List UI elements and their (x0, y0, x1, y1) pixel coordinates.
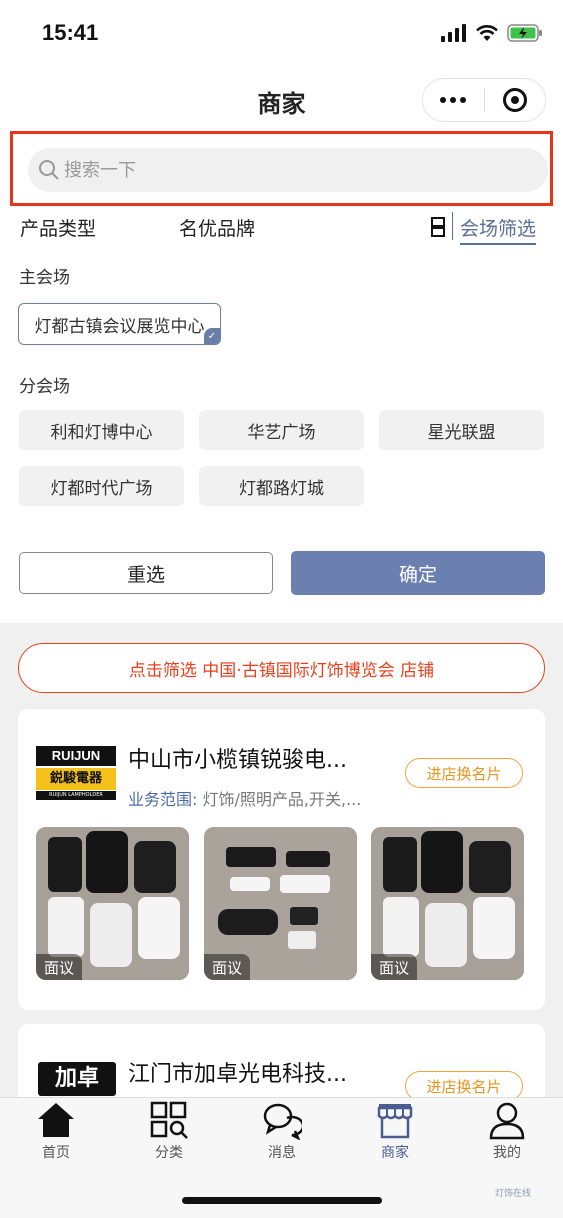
main-venue-chip[interactable]: 灯都古镇会议展览中心 ✓ (18, 303, 221, 345)
tab-venue-filter[interactable]: 会场筛选 (460, 214, 537, 245)
wifi-icon (476, 25, 498, 41)
confirm-button[interactable]: 确定 (291, 551, 545, 595)
logo-cn-text: 鋭駿電器 (36, 768, 116, 790)
main-venue-chip-label: 灯都古镇会议展览中心 (34, 316, 205, 337)
sub-venue-chip[interactable]: 利和灯博中心 (19, 410, 184, 450)
logo-brand-text: RUIJUN (36, 746, 116, 766)
miniapp-capsule (422, 78, 546, 122)
product-photo[interactable]: 面议 (204, 827, 357, 980)
tab-brand[interactable]: 名优品牌 (179, 214, 255, 241)
watermark: 灯饰在线 (495, 1189, 532, 1199)
status-icons (441, 24, 543, 42)
sub-venue-chip[interactable]: 华艺广场 (199, 410, 364, 450)
merchant-logo: RUIJUN 鋭駿電器 RUIJUN LAMPHOLDER (36, 746, 116, 800)
home-icon (38, 1103, 74, 1137)
tab-label: 首页 (42, 1145, 70, 1161)
target-icon (502, 88, 527, 112)
expo-filter-banner[interactable]: 点击筛选 中国·古镇国际灯饰博览会 店铺 (18, 643, 545, 693)
tab-home[interactable]: 首页 (16, 1100, 96, 1162)
tab-label: 商家 (381, 1145, 409, 1161)
sub-venue-chip[interactable]: 灯都时代广场 (19, 466, 184, 506)
tab-label: 消息 (268, 1145, 296, 1161)
tab-label: 我的 (493, 1145, 521, 1161)
price-tag: 面议 (36, 954, 83, 980)
product-photo[interactable]: 面议 (371, 827, 524, 980)
merchant-name[interactable]: 中山市小榄镇锐骏电... (128, 742, 347, 774)
main-venue-label: 主会场 (19, 268, 70, 288)
status-time: 15:41 (42, 20, 99, 45)
tab-label: 分类 (155, 1145, 183, 1161)
merchant-name[interactable]: 江门市加卓光电科技... (128, 1056, 347, 1088)
signal-icon (441, 24, 466, 42)
check-icon: ✓ (204, 328, 220, 344)
logo-sub-text: RUIJUN LAMPHOLDER (36, 791, 116, 800)
battery-icon (507, 24, 542, 42)
more-dots-icon (440, 97, 447, 103)
tab-shop[interactable]: 商家 (355, 1100, 435, 1162)
more-button[interactable] (423, 79, 484, 121)
scope-key: 业务范围: (128, 790, 198, 809)
category-icon (150, 1101, 188, 1139)
search-icon (39, 160, 59, 180)
merchant-scope: 业务范围: 灯饰/照明产品,开关,... (128, 786, 361, 810)
sub-venue-label: 分会场 (19, 377, 70, 397)
tab-message[interactable]: 消息 (242, 1100, 322, 1162)
home-indicator (182, 1197, 382, 1204)
close-miniapp-button[interactable] (484, 79, 545, 121)
tab-profile[interactable]: 我的 (467, 1100, 547, 1162)
venue-filter-icon (431, 217, 445, 237)
merchant-logo: 加卓 (38, 1062, 116, 1096)
sub-venue-chip[interactable]: 星光联盟 (379, 410, 544, 450)
reset-button[interactable]: 重选 (19, 552, 273, 594)
scope-value: 灯饰/照明产品,开关,... (202, 790, 362, 809)
tab-product-type[interactable]: 产品类型 (20, 214, 96, 241)
search-input[interactable] (64, 159, 484, 181)
exchange-card-button[interactable]: 进店换名片 (405, 758, 523, 788)
search-bar[interactable] (28, 148, 548, 192)
sub-venue-chip[interactable]: 灯都路灯城 (199, 466, 364, 506)
tab-category[interactable]: 分类 (129, 1100, 209, 1162)
user-icon (489, 1102, 525, 1140)
price-tag: 面议 (371, 954, 418, 980)
shop-icon (377, 1104, 413, 1139)
price-tag: 面议 (204, 954, 251, 980)
message-icon (263, 1103, 302, 1140)
product-photo[interactable]: 面议 (36, 827, 189, 980)
tab-divider (452, 212, 453, 240)
